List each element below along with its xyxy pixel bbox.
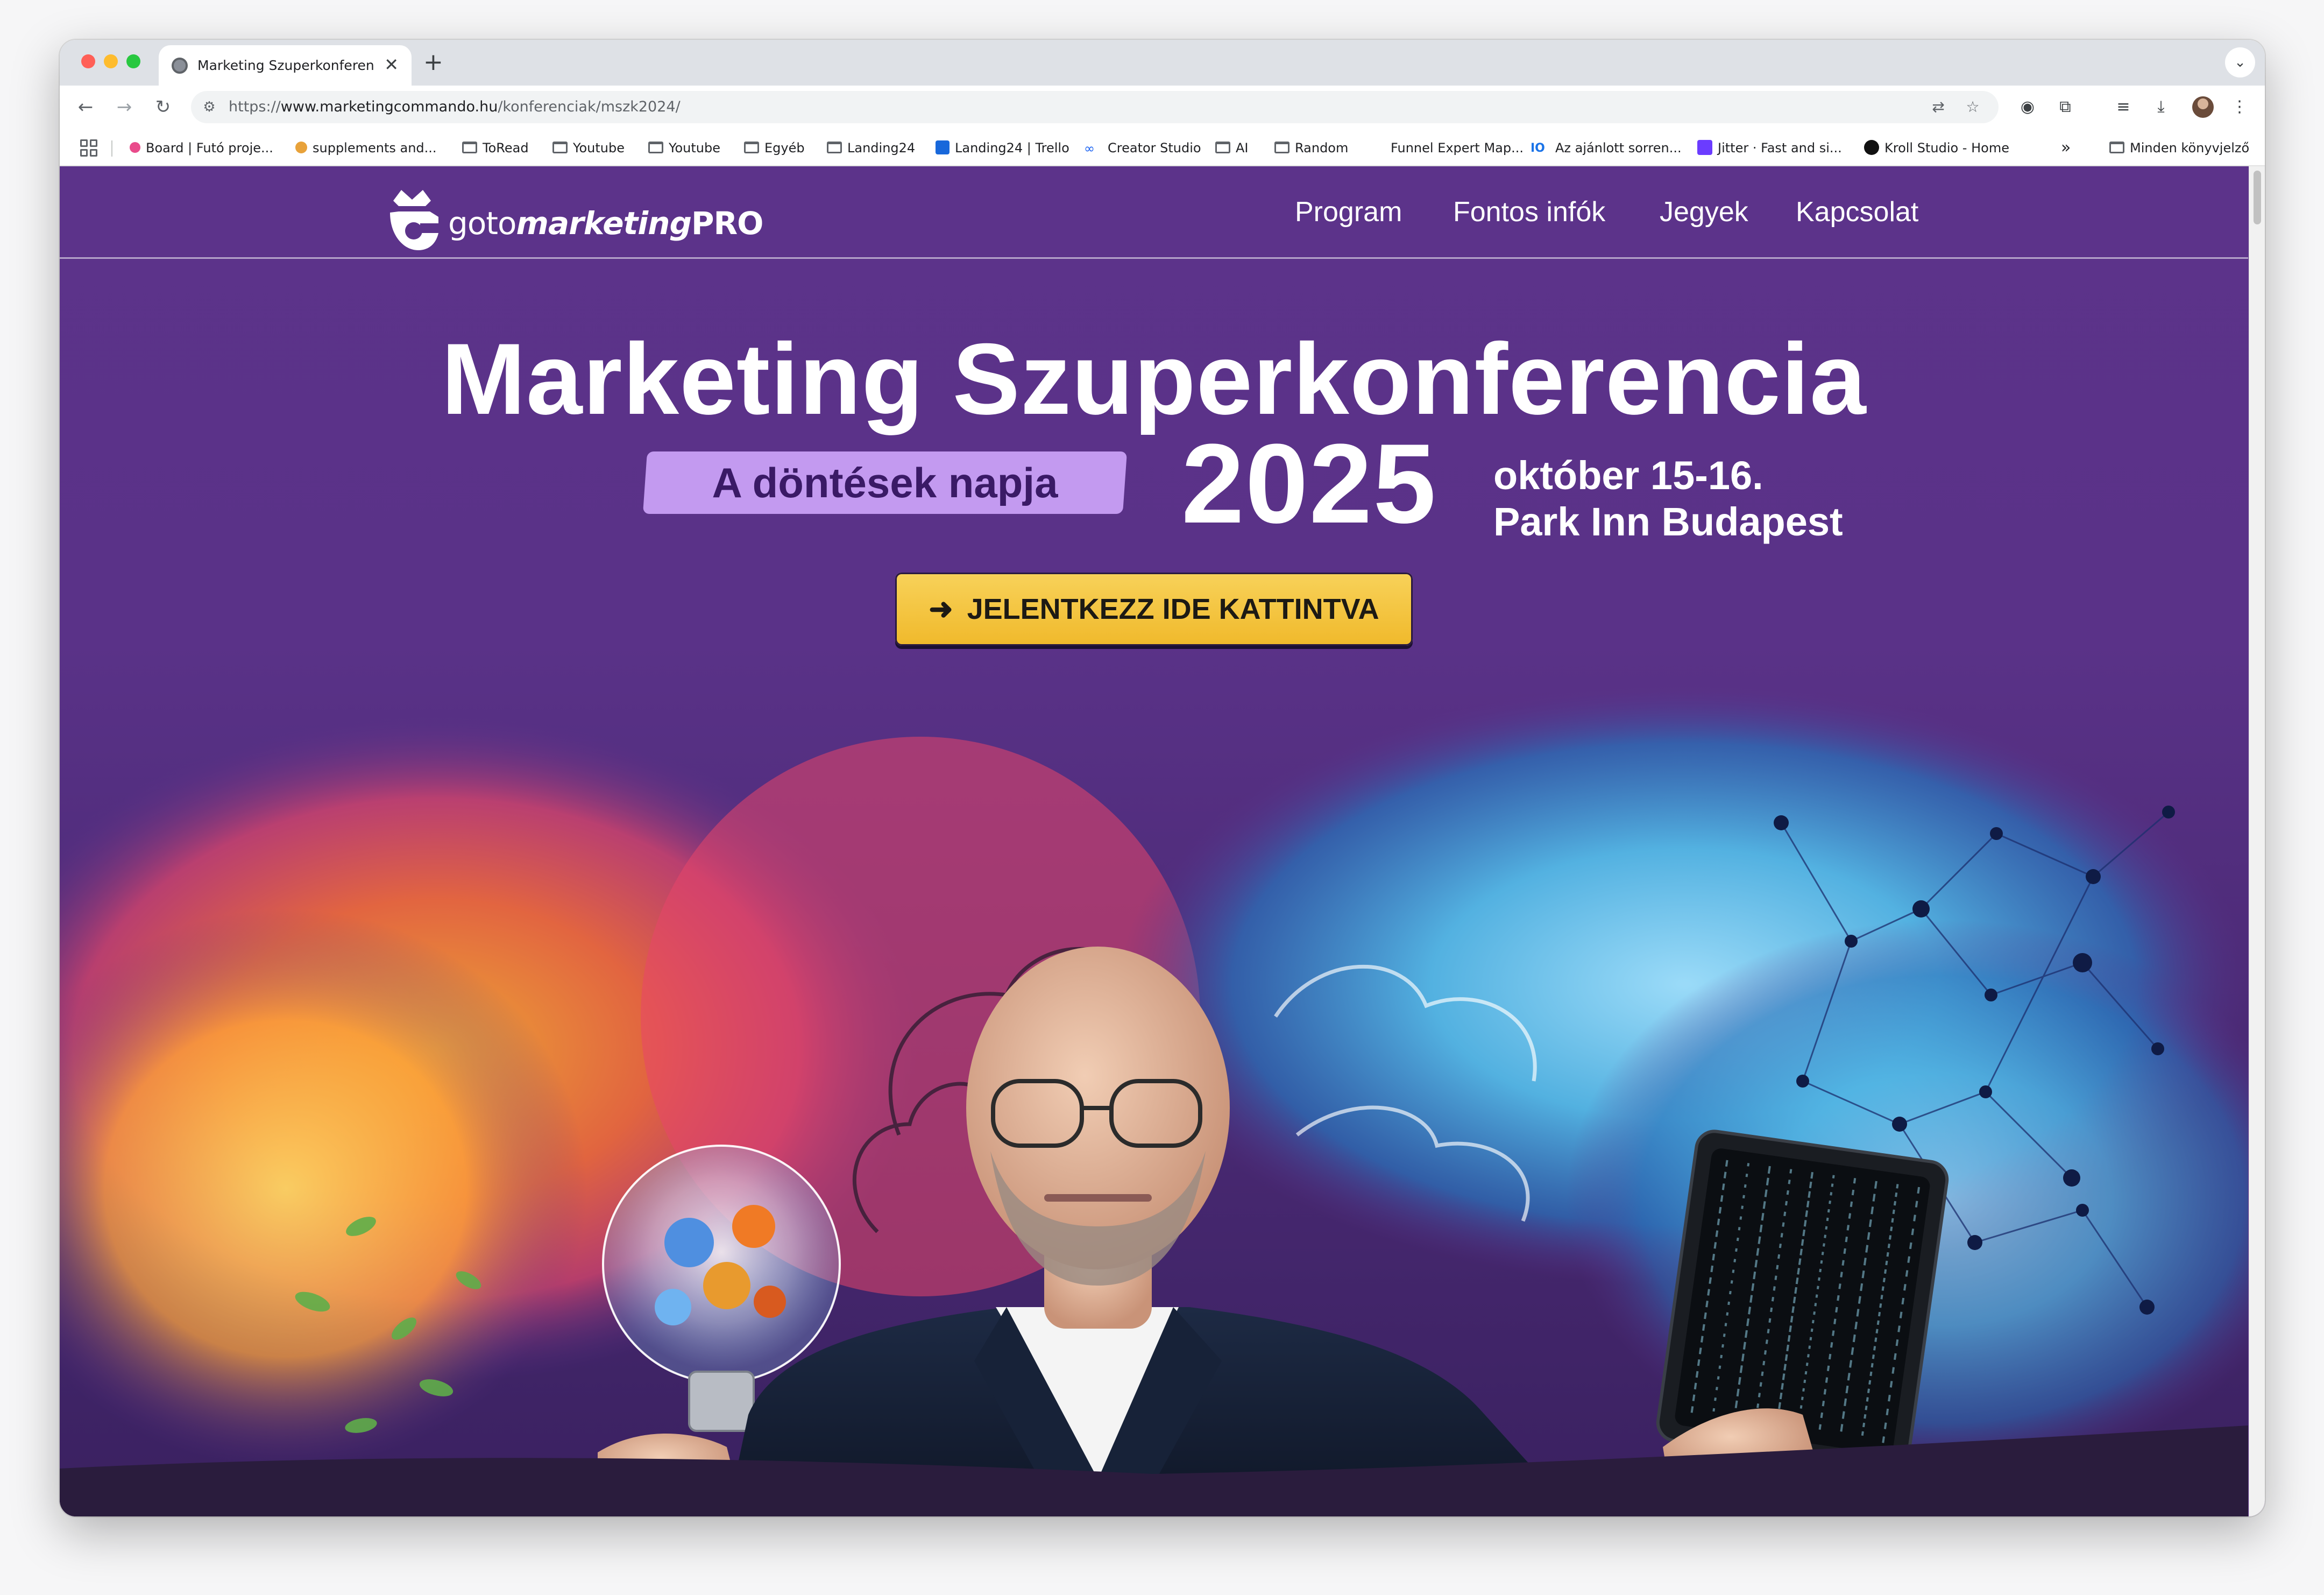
logo-crown-icon [390,190,438,250]
folder-icon [1215,142,1230,153]
bookmark-landing24[interactable]: Landing24 [827,138,915,158]
bookmark-board[interactable]: Board | Futó proje... [130,138,273,158]
bookmark-creator-studio[interactable]: ∞ Creator Studio [1084,138,1201,158]
menu-icon[interactable]: ⋮ [2228,95,2251,119]
minimize-window-button[interactable] [104,54,118,68]
bookmark-landing24-trello[interactable]: Landing24 | Trello [936,138,1069,158]
address-url[interactable]: https://www.marketingcommando.hu/konfere… [229,97,681,117]
close-tab-icon[interactable]: ✕ [384,54,399,75]
reading-list-icon[interactable]: ≡ [2112,95,2135,119]
scrollbar-thumb[interactable] [2254,171,2261,224]
close-window-button[interactable] [81,54,95,68]
extensions-icon[interactable]: ⧉ [2053,95,2077,119]
address-bar[interactable]: ⚙ https://www.marketingcommando.hu/konfe… [191,91,1999,123]
tagline-text: A döntések napja [712,459,1058,506]
site-info-icon[interactable]: ⚙ [200,97,219,117]
apps-grid-icon[interactable] [80,139,97,157]
io-icon: IO [1531,142,1545,155]
all-bookmarks-button[interactable]: Minden könyvjelző [2109,138,2249,158]
bookmarks-bar: Board | Futó proje... supplements and...… [60,129,2265,166]
tab-favicon-icon [172,58,188,74]
hero-artwork [60,683,2248,1516]
forward-button[interactable]: → [110,93,138,121]
register-cta-label: JELENTKEZZ IDE KATTINTVA [967,593,1379,625]
page-title: Marketing Szuperkonferencia [441,322,1867,435]
meta-icon: ∞ [1084,141,1095,156]
bookmarks-separator [111,140,112,157]
download-icon[interactable]: ⤓ [2149,95,2173,119]
folder-icon [827,142,842,153]
bookmark-random[interactable]: Random [1274,138,1348,158]
page-viewport: gotomarketingPRO Program Fontos infók Je… [60,166,2265,1516]
bookmark-kroll-studio[interactable]: Kroll Studio - Home [1864,138,2009,158]
folder-icon [462,142,477,153]
bookmark-ajanlott[interactable]: IO Az ajánlott sorren... [1531,138,1682,158]
jitter-icon [1697,140,1712,155]
tab-active[interactable]: Marketing Szuperkonferencia ✕ [159,45,412,86]
bookmark-supplements[interactable]: supplements and... [295,138,437,158]
colored-logo-icon [130,142,140,153]
profile-avatar[interactable] [2192,96,2214,118]
tab-search-button[interactable]: ⌄ [2225,47,2255,77]
nav-program[interactable]: Program [1295,193,1402,231]
translate-icon[interactable]: ⇄ [1928,96,1949,118]
site-header: gotomarketingPRO Program Fontos infók Je… [60,166,2248,259]
logo-wordmark: gotomarketingPRO [448,205,763,242]
register-cta-button[interactable]: ➜ JELENTKEZZ IDE KATTINTVA [895,573,1413,646]
folder-icon [648,142,663,153]
bookmark-ai[interactable]: AI [1215,138,1249,158]
tab-strip: Marketing Szuperkonferencia ✕ + ⌄ [60,40,2265,86]
arrow-right-icon: ➜ [929,593,953,625]
folder-icon [1274,142,1289,153]
bookmark-toread[interactable]: ToRead [462,138,529,158]
bookmark-youtube-1[interactable]: Youtube [552,138,625,158]
hero-section: gotomarketingPRO Program Fontos infók Je… [60,166,2248,1516]
event-year: 2025 [1181,420,1437,547]
star-icon[interactable]: ☆ [1962,96,1983,118]
nav-kapcsolat[interactable]: Kapcsolat [1796,193,1918,231]
bookmark-egyeb[interactable]: Egyéb [744,138,805,158]
bookmark-jitter[interactable]: Jitter · Fast and si... [1697,138,1842,158]
browser-window: Marketing Szuperkonferencia ✕ + ⌄ ← → ↻ … [60,40,2265,1516]
bookmarks-overflow-button[interactable]: » [2061,138,2071,158]
event-venue: Park Inn Budapest [1493,499,1843,544]
screenshot-icon[interactable]: ◉ [2016,95,2039,119]
folder-icon [552,142,568,153]
trello-icon [936,140,950,154]
tab-title: Marketing Szuperkonferencia [197,58,375,73]
dot-icon [1864,140,1879,155]
bookmark-youtube-2[interactable]: Youtube [648,138,720,158]
folder-icon [2109,142,2124,153]
browser-toolbar: ← → ↻ ⚙ https://www.marketingcommando.hu… [60,86,2265,129]
nav-fontos-infok[interactable]: Fontos infók [1453,193,1605,231]
back-button[interactable]: ← [72,93,100,121]
nav-jegyek[interactable]: Jegyek [1660,193,1748,231]
bookmark-funnel-expert[interactable]: Funnel Expert Map... [1391,138,1524,158]
new-tab-button[interactable]: + [423,50,443,75]
page-scrollbar[interactable] [2249,166,2265,1516]
folder-icon [744,142,759,153]
maximize-window-button[interactable] [126,54,140,68]
reload-button[interactable]: ↻ [149,93,177,121]
event-date: október 15-16. [1493,453,1763,498]
pill-icon [295,142,307,153]
